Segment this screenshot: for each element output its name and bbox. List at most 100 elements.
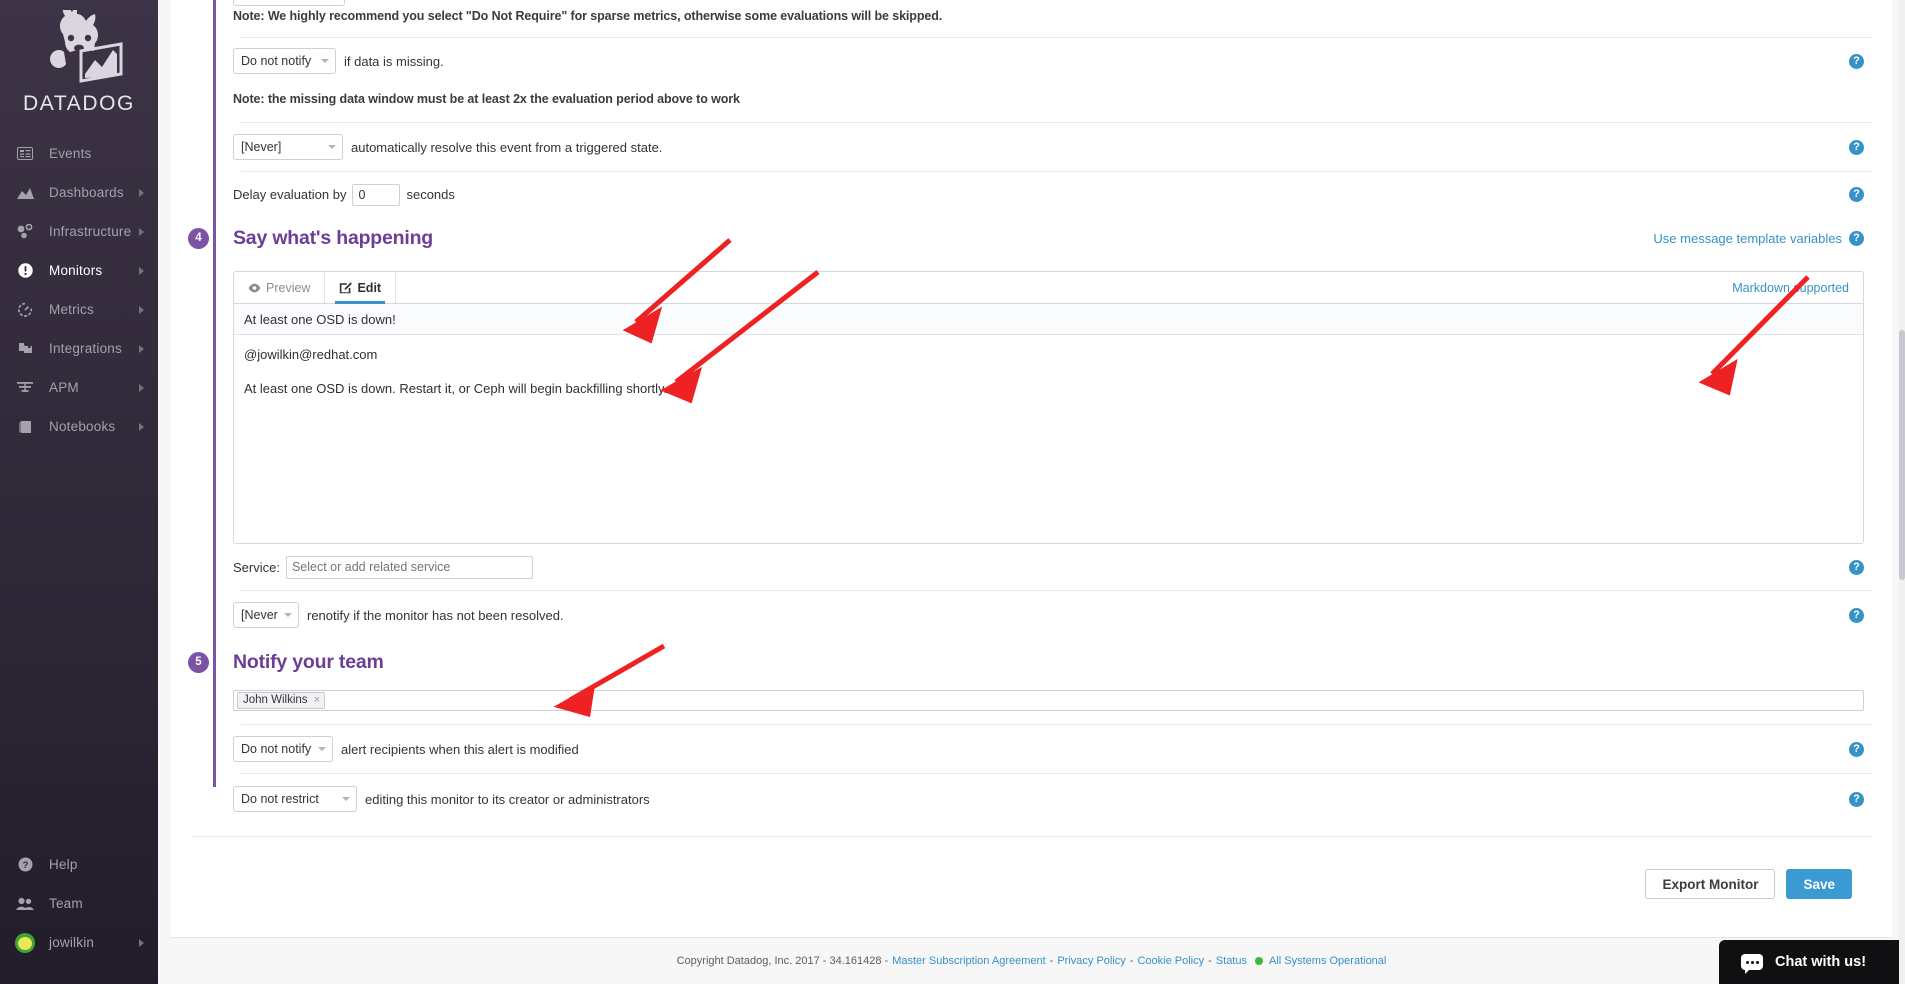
help-icon[interactable]: ?: [1849, 791, 1864, 807]
message-body-textarea[interactable]: @jowilkin@redhat.com At least one OSD is…: [234, 335, 1863, 543]
chevron-right-icon: [139, 188, 144, 197]
sparse-metrics-note-row: Note: We highly recommend you select "Do…: [233, 0, 1872, 30]
chat-widget[interactable]: Chat with us!: [1719, 940, 1905, 984]
message-title-input[interactable]: At least one OSD is down!: [234, 304, 1863, 335]
recipients-row: John Wilkins ×: [233, 685, 1872, 715]
help-icon[interactable]: ?: [1849, 607, 1864, 623]
missing-data-select[interactable]: Do not notify: [233, 48, 336, 74]
step-5-bullet: 5: [188, 651, 209, 673]
renotify-row: [Never] renotify if the monitor has not …: [233, 591, 1872, 639]
svg-text:?: ?: [22, 860, 28, 871]
sidebar-item-metrics[interactable]: Metrics: [0, 290, 158, 329]
vertical-scrollbar[interactable]: [1899, 0, 1905, 984]
sidebar-item-apm[interactable]: APM: [0, 368, 158, 407]
missing-data-select-wrap: Do not notify: [233, 48, 336, 74]
delay-seconds-input[interactable]: [352, 183, 401, 206]
editor-tab-bar: Preview Edit Markdown supported: [234, 272, 1863, 304]
footer-link-status[interactable]: Status: [1216, 955, 1247, 967]
section-title: Notify your team: [233, 650, 384, 673]
sidebar-item-events[interactable]: Events: [0, 134, 158, 173]
help-icon[interactable]: ?: [1849, 187, 1864, 202]
chevron-right-icon: [139, 344, 144, 353]
modify-notify-select-wrap: Do not notify: [233, 736, 333, 762]
restrict-edit-row: Do not restrict editing this monitor to …: [233, 774, 1872, 824]
team-icon: [14, 895, 36, 913]
renotify-select[interactable]: [Never]: [233, 602, 299, 628]
chevron-right-icon: [139, 305, 144, 314]
missing-window-note-row: Note: the missing data window must be at…: [233, 84, 1872, 114]
footer-link-cookie[interactable]: Cookie Policy: [1137, 955, 1204, 967]
footer-link-privacy[interactable]: Privacy Policy: [1057, 955, 1125, 967]
sidebar-item-user[interactable]: jowilkin: [0, 923, 158, 962]
chat-bubble-icon: [1741, 954, 1763, 974]
events-icon: [14, 145, 36, 163]
recipients-input[interactable]: John Wilkins ×: [233, 689, 1864, 711]
sidebar-item-notebooks[interactable]: Notebooks: [0, 407, 158, 446]
scrollbar-thumb[interactable]: [1899, 330, 1905, 580]
recipient-chip[interactable]: John Wilkins ×: [237, 691, 325, 709]
tab-edit[interactable]: Edit: [325, 272, 397, 304]
delay-label-suffix: seconds: [406, 187, 455, 202]
restrict-select[interactable]: Do not restrict: [233, 786, 357, 812]
modify-notify-select[interactable]: Do not notify: [233, 736, 333, 762]
tab-label: Edit: [357, 280, 382, 295]
sidebar-item-label: Events: [49, 146, 92, 161]
sidebar-item-label: Infrastructure: [49, 224, 132, 239]
primary-nav: Events Dashboards Infrastructure Monitor…: [0, 134, 158, 446]
sidebar-item-label: Dashboards: [49, 185, 124, 200]
chat-label: Chat with us!: [1775, 954, 1867, 970]
action-bar: Export Monitor Save: [171, 869, 1892, 899]
message-editor: Preview Edit Markdown supported At least…: [233, 271, 1864, 544]
footer-link-msa[interactable]: Master Subscription Agreement: [892, 955, 1045, 967]
use-message-template-variables-link[interactable]: Use message template variables: [1653, 231, 1842, 246]
export-monitor-button[interactable]: Export Monitor: [1645, 869, 1776, 899]
service-input[interactable]: [285, 555, 533, 579]
renotify-label: renotify if the monitor has not been res…: [307, 607, 564, 623]
sidebar-item-dashboards[interactable]: Dashboards: [0, 173, 158, 212]
monitor-edit-card: Note: We highly recommend you select "Do…: [171, 0, 1892, 938]
sidebar-item-monitors[interactable]: Monitors: [0, 251, 158, 290]
tab-preview[interactable]: Preview: [234, 272, 326, 303]
all-systems-operational-link[interactable]: All Systems Operational: [1269, 955, 1386, 967]
delay-label-prefix: Delay evaluation by: [233, 187, 347, 202]
modify-notify-label: alert recipients when this alert is modi…: [341, 741, 579, 757]
integrations-icon: [14, 340, 36, 358]
help-icon[interactable]: ?: [1849, 559, 1864, 575]
message-title-text: At least one OSD is down!: [244, 311, 396, 327]
markdown-supported-link[interactable]: Markdown supported: [1732, 281, 1863, 295]
page-footer: Copyright Datadog, Inc. 2017 - 34.161428…: [158, 938, 1905, 984]
auto-resolve-select[interactable]: [Never]: [233, 134, 343, 160]
step-4-bullet: 4: [188, 227, 209, 249]
eye-icon: [248, 283, 261, 292]
service-label: Service:: [233, 559, 280, 575]
help-icon[interactable]: ?: [1849, 230, 1864, 246]
brand-logo[interactable]: DATADOG: [0, 0, 158, 134]
help-icon[interactable]: ?: [1849, 741, 1864, 757]
delay-evaluation-row: Delay evaluation by seconds ?: [233, 172, 1872, 217]
footer-separator: -: [1129, 955, 1134, 967]
save-button[interactable]: Save: [1786, 869, 1852, 899]
service-row: Service: ?: [233, 544, 1872, 590]
auto-resolve-select-wrap: [Never]: [233, 134, 343, 160]
restrict-select-wrap: Do not restrict: [233, 786, 357, 812]
help-icon[interactable]: ?: [1849, 53, 1864, 69]
chevron-right-icon: [139, 938, 144, 947]
message-body-line: @jowilkin@redhat.com: [244, 347, 378, 362]
chevron-right-icon: [139, 383, 144, 392]
sidebar-item-label: jowilkin: [49, 935, 95, 950]
sidebar-item-label: Metrics: [49, 302, 94, 317]
sidebar-item-infrastructure[interactable]: Infrastructure: [0, 212, 158, 251]
auto-resolve-row: [Never] automatically resolve this event…: [233, 123, 1872, 171]
sidebar-item-team[interactable]: Team: [0, 884, 158, 923]
footer-separator: -: [1208, 955, 1212, 967]
chevron-right-icon: [139, 422, 144, 431]
sidebar-item-help[interactable]: ? Help: [0, 845, 158, 884]
close-icon[interactable]: ×: [314, 694, 320, 706]
datadog-dog-icon: [50, 10, 123, 83]
sidebar-item-integrations[interactable]: Integrations: [0, 329, 158, 368]
copyright-text: Copyright Datadog, Inc. 2017 - 34.161428…: [676, 955, 889, 967]
message-body-line: At least one OSD is down. Restart it, or…: [244, 381, 668, 397]
renotify-select-wrap: [Never]: [233, 602, 299, 628]
recipient-name: John Wilkins: [243, 694, 308, 706]
help-icon[interactable]: ?: [1849, 139, 1864, 155]
